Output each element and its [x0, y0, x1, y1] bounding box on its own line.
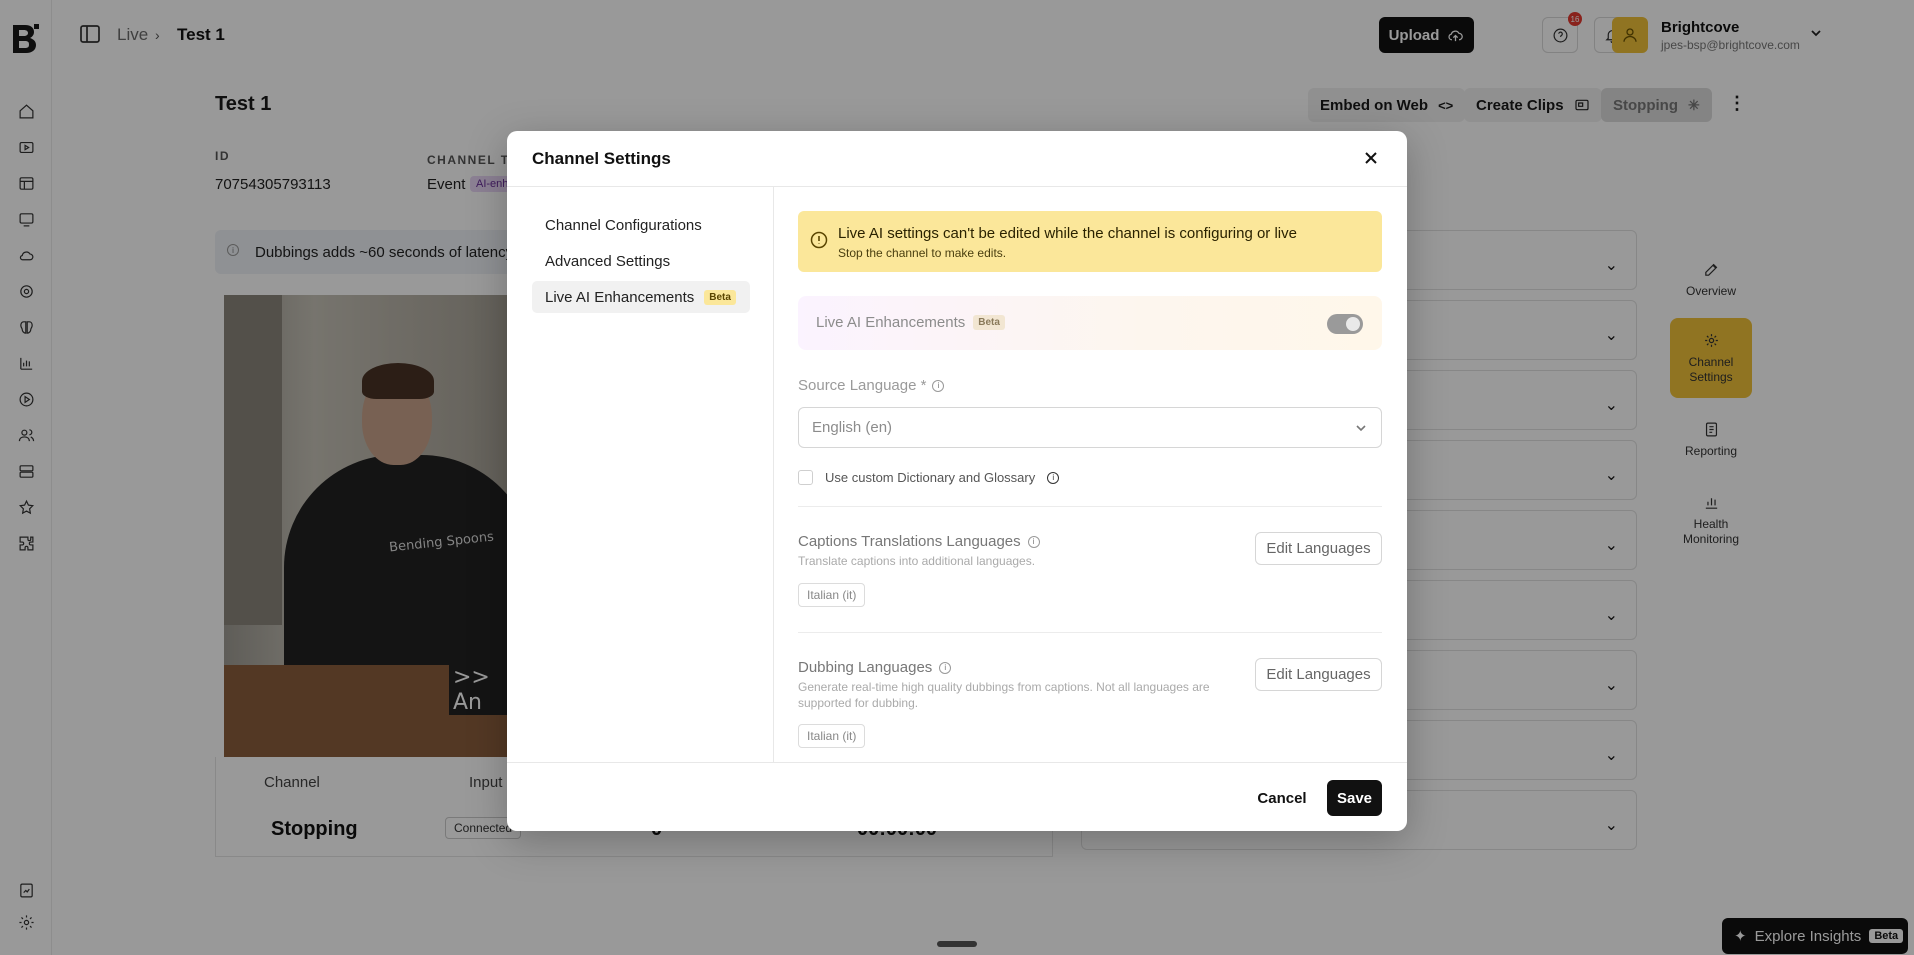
edit-warning-banner: Live AI settings can't be edited while t…: [798, 211, 1382, 272]
source-language-value: English (en): [812, 419, 893, 436]
divider: [798, 506, 1382, 507]
modal-title: Channel Settings: [532, 149, 671, 168]
modal-body: Live AI settings can't be edited while t…: [774, 187, 1407, 762]
live-ai-toggle[interactable]: [1327, 314, 1363, 334]
info-icon[interactable]: i: [939, 661, 952, 674]
custom-dictionary-label: Use custom Dictionary and Glossary: [825, 470, 1036, 485]
nav-channel-configurations-label: Channel Configurations: [545, 216, 702, 234]
nav-beta-chip: Beta: [704, 289, 736, 305]
dubbing-subtitle: Generate real-time high quality dubbings…: [798, 680, 1210, 710]
info-icon[interactable]: i: [932, 379, 945, 392]
source-language-label-text: Source Language *: [798, 377, 927, 394]
custom-dictionary-row: Use custom Dictionary and Glossary i: [798, 470, 1060, 485]
nav-channel-configurations[interactable]: Channel Configurations: [532, 209, 750, 241]
source-language-select[interactable]: English (en): [798, 407, 1382, 448]
toggle-label-text: Live AI Enhancements: [816, 314, 966, 331]
close-icon[interactable]: [1363, 150, 1381, 168]
warning-icon: [810, 231, 828, 254]
source-language-label: Source Language * i: [798, 377, 945, 394]
info-icon[interactable]: i: [1047, 471, 1060, 484]
save-button[interactable]: Save: [1327, 780, 1382, 816]
nav-advanced-settings[interactable]: Advanced Settings: [532, 245, 750, 277]
modal-nav: Channel Configurations Advanced Settings…: [507, 187, 774, 762]
dubbing-language-chip: Italian (it): [798, 724, 866, 748]
toggle-knob: [1346, 317, 1360, 331]
channel-settings-modal: Channel Settings Channel Configurations …: [507, 131, 1407, 831]
captions-edit-languages-button[interactable]: Edit Languages: [1255, 532, 1382, 565]
dubbing-section-title: Dubbing Languages i: [798, 659, 952, 676]
toggle-beta-chip: Beta: [973, 315, 1005, 330]
nav-advanced-settings-label: Advanced Settings: [545, 252, 671, 270]
divider: [798, 632, 1382, 633]
dubbing-title-text: Dubbing Languages: [798, 659, 933, 676]
captions-language-chip: Italian (it): [798, 583, 866, 607]
chevron-down-icon: [1356, 425, 1366, 432]
custom-dictionary-checkbox[interactable]: [798, 470, 813, 485]
captions-title-text: Captions Translations Languages: [798, 533, 1021, 550]
warning-title: Live AI settings can't be edited while t…: [838, 225, 1297, 242]
nav-live-ai-enhancements[interactable]: Live AI Enhancements Beta: [532, 281, 750, 313]
modal-footer: Cancel Save: [507, 762, 1407, 831]
nav-live-ai-label: Live AI Enhancements: [545, 288, 695, 306]
cancel-button[interactable]: Cancel: [1246, 780, 1318, 816]
captions-subtitle: Translate captions into additional langu…: [798, 554, 1036, 568]
info-icon[interactable]: i: [1027, 535, 1040, 548]
warning-subtitle: Stop the channel to make edits.: [838, 246, 1007, 260]
dubbing-edit-languages-button[interactable]: Edit Languages: [1255, 658, 1382, 691]
live-ai-toggle-card: Live AI Enhancements Beta: [798, 296, 1382, 350]
toggle-label: Live AI Enhancements Beta: [816, 314, 1005, 331]
captions-section-title: Captions Translations Languages i: [798, 533, 1040, 550]
modal-header: Channel Settings: [507, 131, 1407, 187]
